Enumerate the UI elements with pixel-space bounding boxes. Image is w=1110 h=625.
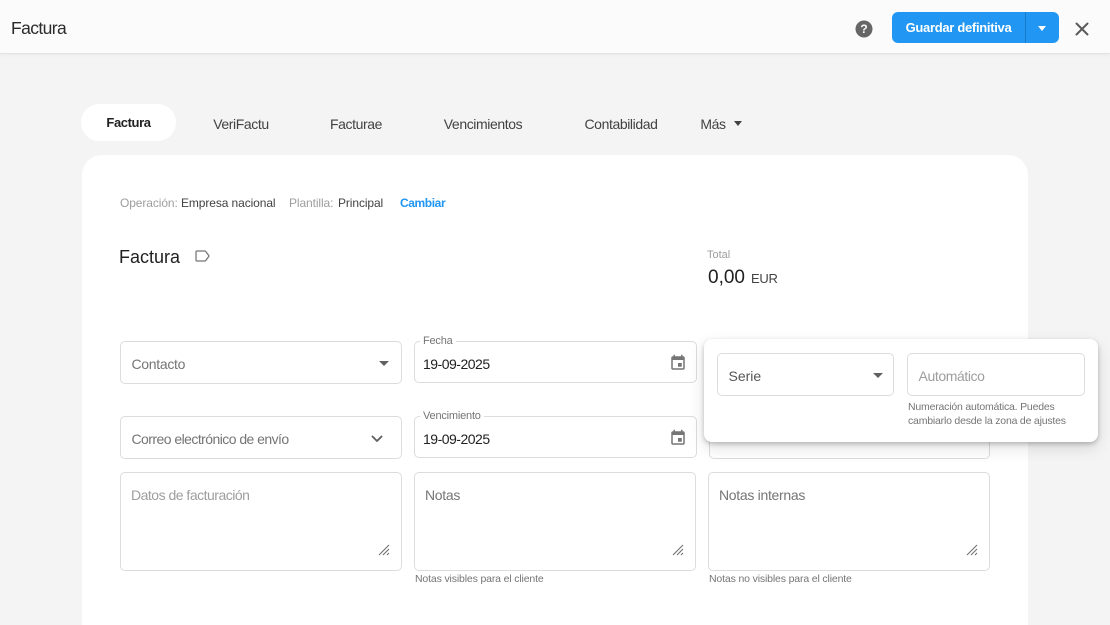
svg-text:?: ? — [860, 22, 867, 36]
